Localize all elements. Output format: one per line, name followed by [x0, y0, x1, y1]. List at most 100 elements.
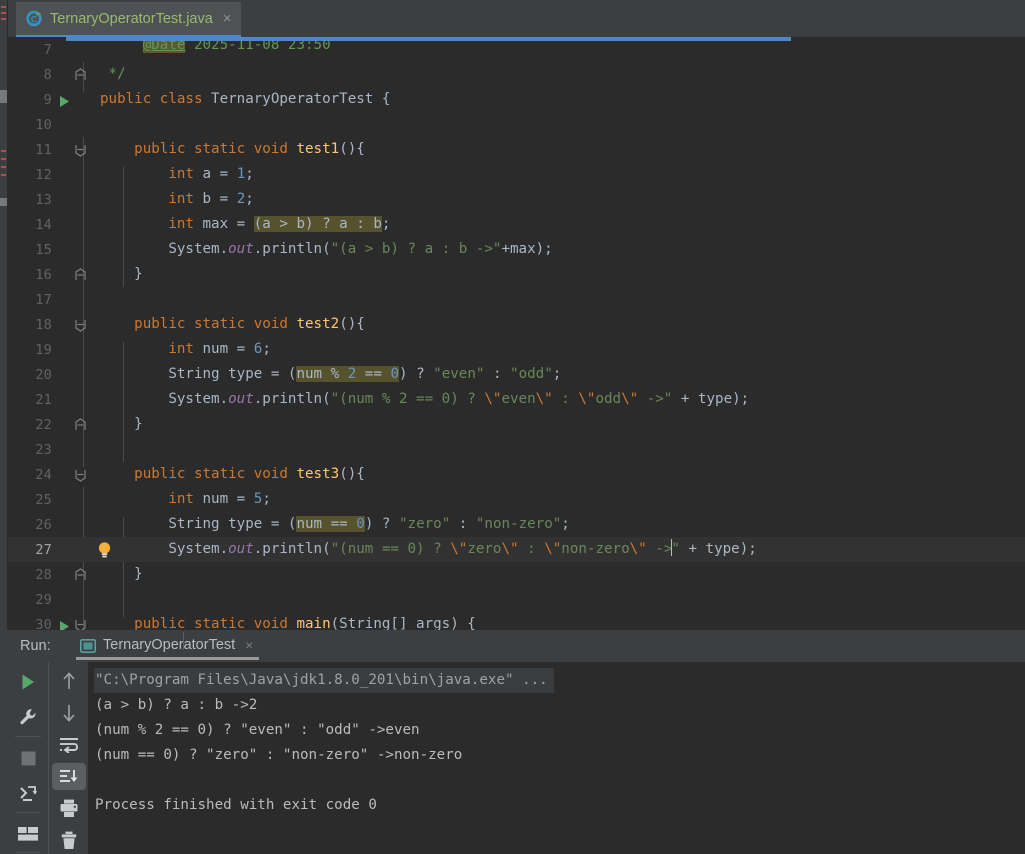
code-row[interactable]: 12 int a = 1;	[8, 162, 1025, 187]
line-number: 28	[35, 566, 52, 583]
code-text: }	[100, 566, 143, 582]
print-icon	[60, 799, 77, 817]
gutter[interactable]	[60, 587, 96, 612]
gutter[interactable]	[60, 462, 96, 487]
gutter[interactable]	[60, 362, 96, 387]
close-icon[interactable]: ×	[223, 11, 232, 26]
close-icon[interactable]: ×	[245, 637, 253, 653]
code-editor[interactable]: 7 @Date 2025-11-08 23:50 8 */ 9 public c…	[8, 37, 1025, 630]
line-number: 25	[35, 491, 52, 508]
code-row[interactable]: 21 System.out.println("(num % 2 == 0) ? …	[8, 387, 1025, 412]
code-row[interactable]: 24 public static void test3(){	[8, 462, 1025, 487]
code-row[interactable]: 16 }	[8, 262, 1025, 287]
fold-start-icon[interactable]	[74, 317, 87, 332]
run-class-icon[interactable]	[58, 93, 71, 107]
code-text: String type = (num == 0) ? "zero" : "non…	[100, 516, 570, 532]
gutter[interactable]	[60, 387, 96, 412]
gutter[interactable]	[60, 212, 96, 237]
gutter[interactable]	[60, 87, 96, 112]
code-text: public class TernaryOperatorTest {	[100, 91, 391, 107]
gutter[interactable]	[60, 237, 96, 262]
console-output[interactable]: "C:\Program Files\Java\jdk1.8.0_201\bin\…	[88, 662, 1025, 854]
clear-all-button[interactable]	[52, 827, 86, 854]
code-row[interactable]: 13 int b = 2;	[8, 187, 1025, 212]
print-button[interactable]	[52, 795, 86, 822]
gutter[interactable]	[60, 512, 96, 537]
divider	[183, 632, 184, 650]
line-number: 24	[35, 466, 52, 483]
code-row[interactable]: 23	[8, 437, 1025, 462]
gutter[interactable]	[60, 562, 96, 587]
fold-start-icon[interactable]	[74, 617, 87, 630]
line-number: 18	[35, 316, 52, 333]
code-row[interactable]: 18 public static void test2(){	[8, 312, 1025, 337]
code-row[interactable]: 17	[8, 287, 1025, 312]
code-row[interactable]: 19 int num = 6;	[8, 337, 1025, 362]
code-row[interactable]: 11 public static void test1(){	[8, 137, 1025, 162]
stop-button[interactable]	[11, 743, 45, 773]
code-row[interactable]: 20 String type = (num % 2 == 0) ? "even"…	[8, 362, 1025, 387]
editor-tab-bar: C TernaryOperatorTest.java ×	[8, 0, 1025, 40]
line-number: 21	[35, 391, 52, 408]
line-number: 15	[35, 241, 52, 258]
code-row[interactable]: 30 public static void main(String[] args…	[8, 612, 1025, 630]
code-row[interactable]: 26 String type = (num == 0) ? "zero" : "…	[8, 512, 1025, 537]
console-line: (num == 0) ? "zero" : "non-zero" ->non-z…	[95, 747, 463, 763]
gutter[interactable]	[60, 412, 96, 437]
rerun-button[interactable]	[11, 667, 45, 697]
up-button[interactable]	[52, 667, 86, 694]
line-number: 7	[43, 41, 52, 58]
code-row[interactable]: 14 int max = (a > b) ? a : b;	[8, 212, 1025, 237]
fold-end-icon[interactable]	[74, 567, 87, 581]
divider	[15, 735, 41, 737]
line-number: 16	[35, 266, 52, 283]
fold-end-icon[interactable]	[74, 67, 87, 81]
gutter[interactable]	[60, 287, 96, 312]
gutter[interactable]	[60, 112, 96, 137]
fold-end-icon[interactable]	[74, 267, 87, 281]
lightbulb-icon[interactable]	[96, 541, 113, 559]
left-error-stripe[interactable]	[0, 0, 8, 630]
code-text: public static void test3(){	[134, 466, 365, 482]
code-row[interactable]: 10	[8, 112, 1025, 137]
code-row[interactable]: 9 public class TernaryOperatorTest {	[8, 87, 1025, 112]
code-row-current[interactable]: 27 System.out.println("(num == 0) ? \"ze…	[8, 537, 1025, 562]
code-row[interactable]: 25 int num = 5;	[8, 487, 1025, 512]
run-method-icon[interactable]	[58, 618, 71, 630]
fold-start-icon[interactable]	[74, 142, 87, 157]
gutter[interactable]	[60, 187, 96, 212]
layout-button[interactable]	[11, 819, 45, 849]
svg-text:C: C	[31, 14, 37, 24]
code-row[interactable]: 8 */	[8, 62, 1025, 87]
down-button[interactable]	[52, 699, 86, 726]
code-row[interactable]: 29	[8, 587, 1025, 612]
editor-tab-ternaryoperatortest[interactable]: C TernaryOperatorTest.java ×	[16, 2, 241, 38]
gutter[interactable]	[60, 162, 96, 187]
gutter[interactable]	[60, 537, 96, 562]
code-row[interactable]: 28 }	[8, 562, 1025, 587]
gutter[interactable]	[60, 337, 96, 362]
run-tab-ternaryoperatortest[interactable]: TernaryOperatorTest ×	[76, 632, 260, 660]
gutter[interactable]	[60, 437, 96, 462]
soft-wrap-button[interactable]	[52, 731, 86, 758]
dump-threads-button[interactable]	[11, 778, 45, 808]
gutter[interactable]	[60, 62, 96, 87]
ide-window: C TernaryOperatorTest.java × 7 @Date 202…	[0, 0, 1025, 854]
line-number: 8	[43, 66, 52, 83]
fold-end-icon[interactable]	[74, 417, 87, 431]
gutter[interactable]	[60, 612, 96, 630]
edit-configurations-button[interactable]	[11, 702, 45, 732]
code-row[interactable]: 15 System.out.println("(a > b) ? a : b -…	[8, 237, 1025, 262]
play-icon	[22, 674, 34, 690]
code-row[interactable]: 22 }	[8, 412, 1025, 437]
layout-icon	[18, 826, 38, 841]
scroll-to-end-button[interactable]	[51, 763, 86, 790]
thread-dump-icon	[19, 786, 37, 802]
gutter[interactable]	[60, 487, 96, 512]
fold-start-icon[interactable]	[74, 467, 87, 482]
line-number: 30	[35, 616, 52, 631]
gutter[interactable]	[60, 312, 96, 337]
gutter[interactable]	[60, 137, 96, 162]
gutter[interactable]	[60, 262, 96, 287]
